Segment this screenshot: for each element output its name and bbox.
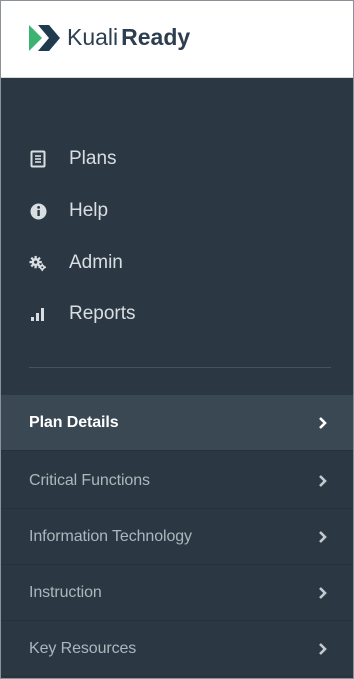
section-instruction[interactable]: Instruction — [1, 565, 353, 621]
chevron-right-icon — [317, 474, 329, 488]
nav-item-label: Plans — [69, 148, 117, 169]
document-icon — [29, 150, 47, 168]
brand-name-light: Kuali — [67, 24, 119, 50]
section-label: Key Resources — [29, 639, 137, 657]
bar-chart-icon — [29, 305, 47, 323]
kuali-logo-icon — [29, 25, 60, 51]
divider — [29, 367, 331, 368]
section-label: Information Technology — [29, 527, 192, 545]
section-label: Critical Functions — [29, 471, 150, 489]
chevron-right-icon — [317, 530, 329, 544]
brand-name-bold: Ready — [121, 24, 191, 50]
section-label: Instruction — [29, 583, 102, 601]
nav-item-label: Admin — [69, 252, 123, 273]
gears-icon — [29, 254, 47, 272]
nav-item-label: Help — [69, 200, 109, 221]
section-plan-details[interactable]: Plan Details — [1, 395, 353, 451]
nav-item-admin[interactable]: Admin — [29, 246, 123, 280]
chevron-right-icon — [317, 416, 329, 430]
nav-item-label: Reports — [69, 303, 136, 324]
header: Kuali Ready — [1, 1, 353, 78]
nav-item-reports[interactable]: Reports — [29, 297, 136, 331]
chevron-right-icon — [317, 586, 329, 600]
section-information-technology[interactable]: Information Technology — [1, 509, 353, 565]
chevron-right-icon — [317, 642, 329, 656]
section-key-resources[interactable]: Key Resources — [1, 621, 353, 677]
brand-name[interactable]: Kuali Ready — [67, 23, 190, 51]
section-label: Plan Details — [29, 413, 119, 431]
app-sidebar: Kuali Ready Plans Help Admin Reports Pla… — [0, 0, 354, 679]
info-icon — [29, 202, 47, 220]
nav-item-plans[interactable]: Plans — [29, 142, 117, 176]
section-critical-functions[interactable]: Critical Functions — [1, 453, 353, 509]
nav-item-help[interactable]: Help — [29, 194, 108, 228]
